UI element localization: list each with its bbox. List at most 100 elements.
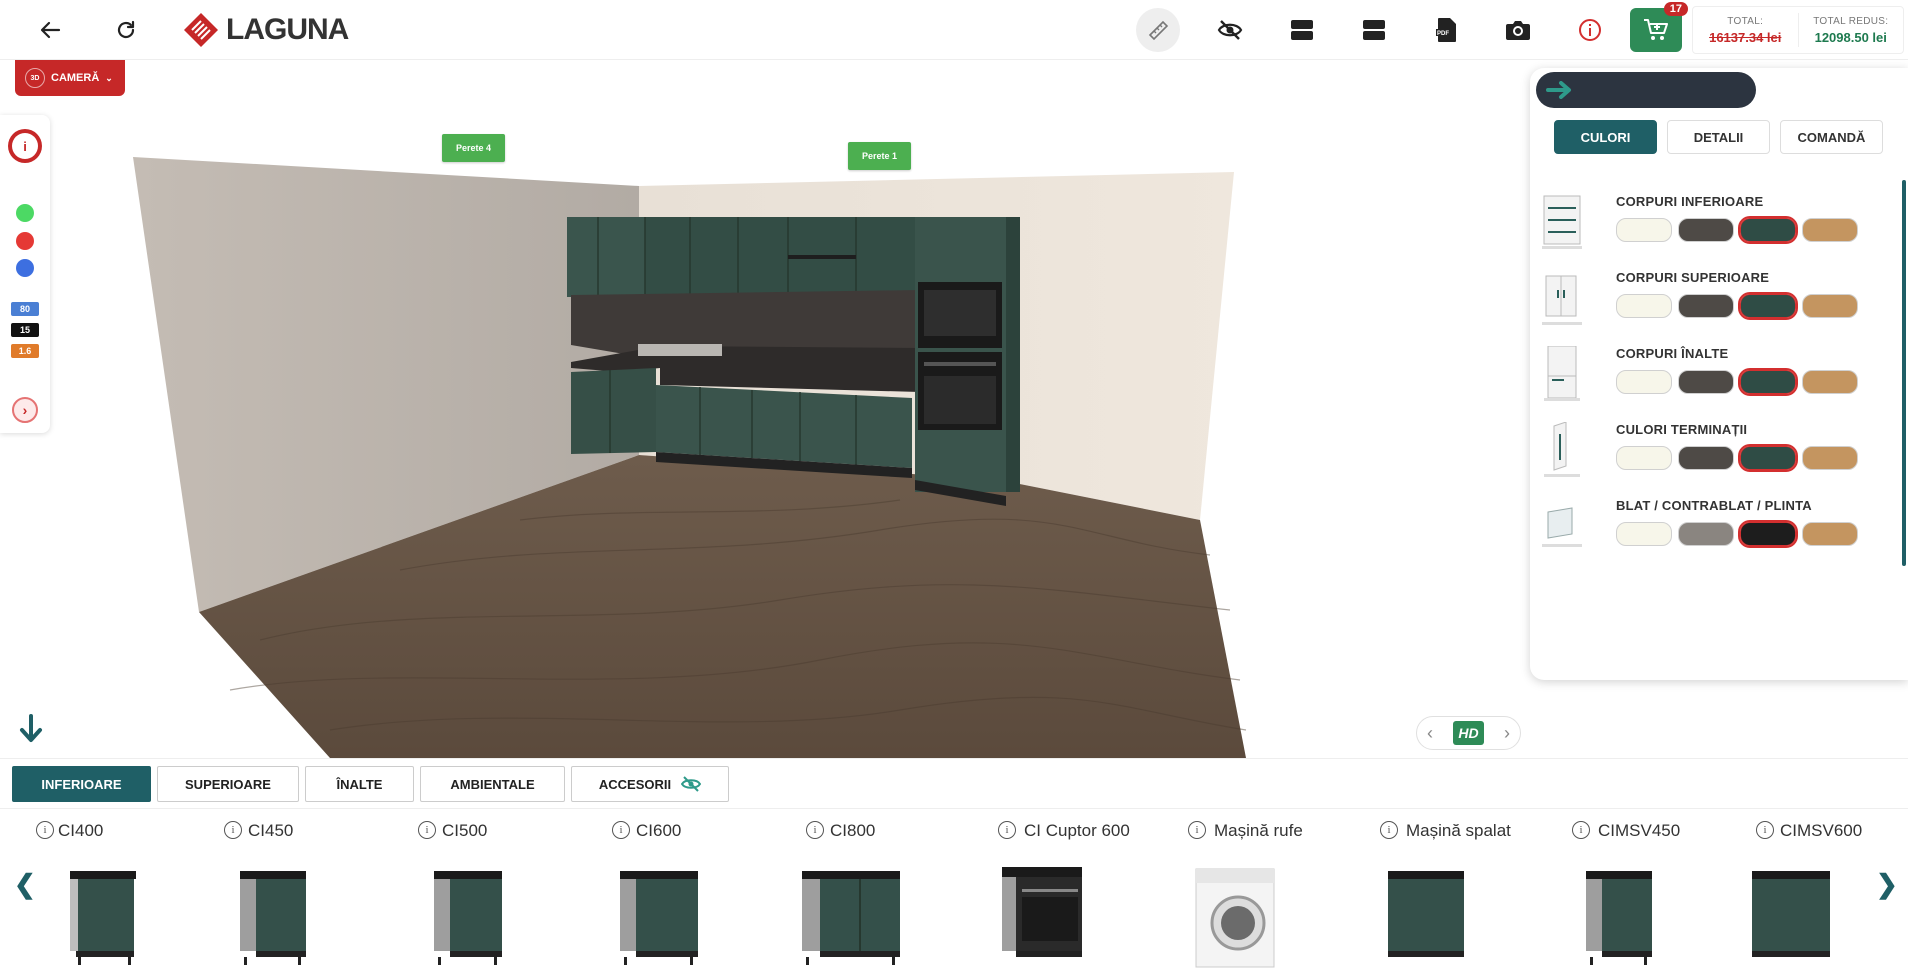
panel-collapse-bar[interactable] [1536, 72, 1756, 108]
swatch-cream[interactable] [1616, 294, 1672, 318]
info-icon[interactable]: i [418, 821, 436, 839]
swatch-green-selected[interactable] [1738, 216, 1798, 244]
swatch-dark-grey[interactable] [1678, 218, 1734, 242]
pdf-icon[interactable]: PDF [1426, 10, 1466, 50]
product-image [620, 871, 698, 965]
tab-superioare[interactable]: SUPERIOARE [157, 766, 299, 802]
layout-icon[interactable] [1282, 10, 1322, 50]
product-name: CI450 [248, 821, 294, 840]
tab-comanda[interactable]: COMANDĂ [1780, 120, 1883, 154]
value-chip-15[interactable]: 15 [11, 323, 39, 337]
camera-dropdown[interactable]: 3D CAMERĂ ⌄ [15, 60, 125, 96]
chevron-down-icon: ⌄ [105, 72, 113, 83]
product-image [1586, 871, 1652, 965]
product-card[interactable]: i CI Cuptor 600 [996, 821, 1186, 971]
product-card[interactable]: i CI500 [414, 821, 604, 971]
swatch-cream[interactable] [1616, 370, 1672, 394]
tab-accesorii[interactable]: ACCESORII [571, 766, 729, 802]
swatch-cream[interactable] [1616, 446, 1672, 470]
info-icon[interactable]: i [36, 821, 54, 839]
blue-dot[interactable] [16, 259, 34, 277]
camera-icon[interactable] [1498, 10, 1538, 50]
chevron-left-icon[interactable]: ‹ [1427, 723, 1433, 744]
info-icon[interactable]: i [998, 821, 1016, 839]
product-name: CIMSV600 [1780, 821, 1863, 840]
swatch-dark-grey[interactable] [1678, 294, 1734, 318]
top-bar: LAGUNA PDF 17 TOTAL: 16137.34 lei TOTAL … [0, 0, 1908, 60]
product-name: CI500 [442, 821, 488, 840]
finish-panel-icon [1544, 422, 1580, 477]
panel-tabs: CULORI DETALII COMANDĂ [1554, 120, 1883, 154]
tab-ambientale[interactable]: AMBIENTALE [420, 766, 565, 802]
category-title: BLAT / CONTRABLAT / PLINTA [1616, 498, 1812, 513]
back-arrow-icon[interactable] [30, 10, 70, 50]
product-card[interactable]: i Mașină rufe [1186, 821, 1376, 971]
swatch-oak[interactable] [1802, 370, 1858, 394]
category-countertop: BLAT / CONTRABLAT / PLINTA [1540, 498, 1880, 558]
tab-culori[interactable]: CULORI [1554, 120, 1657, 154]
value-chip-1-6[interactable]: 1.6 [11, 344, 39, 358]
info-icon[interactable]: i [1380, 821, 1398, 839]
tab-detalii[interactable]: DETALII [1667, 120, 1770, 154]
expand-panel-button[interactable]: › [12, 397, 38, 423]
value-chip-80[interactable]: 80 [11, 302, 39, 316]
upper-cabinet-icon [1542, 275, 1582, 325]
svg-text:PDF: PDF [1437, 31, 1449, 37]
layout-alt-icon[interactable] [1354, 10, 1394, 50]
info-icon[interactable]: i [806, 821, 824, 839]
info-icon[interactable] [1570, 10, 1610, 50]
green-dot[interactable] [16, 204, 34, 222]
swatch-green-selected[interactable] [1738, 444, 1798, 472]
info-toggle-button[interactable]: i [8, 129, 42, 163]
swatch-black-selected[interactable] [1738, 520, 1798, 548]
product-card[interactable]: i CIMSV450 [1570, 821, 1760, 971]
chevron-right-icon[interactable]: › [1504, 723, 1510, 744]
scrollbar[interactable] [1902, 180, 1906, 566]
swatch-dark-grey[interactable] [1678, 446, 1734, 470]
info-icon[interactable]: i [1188, 821, 1206, 839]
wall-1-tag[interactable]: Perete 1 [848, 142, 912, 170]
cart-count-badge: 17 [1663, 2, 1688, 16]
category-lower-cabinets: CORPURI INFERIOARE [1540, 194, 1880, 254]
info-icon[interactable]: i [1572, 821, 1590, 839]
cart-button[interactable]: 17 [1630, 2, 1688, 52]
product-card[interactable]: i CI600 [608, 821, 798, 971]
product-name: CI Cuptor 600 [1024, 821, 1130, 840]
swatch-oak[interactable] [1802, 446, 1858, 470]
info-icon[interactable]: i [612, 821, 630, 839]
refresh-icon[interactable] [106, 10, 146, 50]
tab-inferioare[interactable]: INFERIOARE [12, 766, 151, 802]
product-card[interactable]: i CIMSV600 [1752, 821, 1876, 971]
catalog-next-arrow-icon[interactable]: ❯ [1876, 869, 1898, 900]
swatch-stone-grey[interactable] [1678, 522, 1734, 546]
red-dot[interactable] [16, 232, 34, 250]
product-image [1002, 867, 1082, 957]
swatch-cream[interactable] [1616, 522, 1672, 546]
wall-4-tag[interactable]: Perete 4 [442, 134, 506, 162]
camera-label: CAMERĂ [51, 72, 100, 84]
arrow-right-icon [1546, 81, 1571, 99]
swatch-dark-grey[interactable] [1678, 370, 1734, 394]
hd-badge[interactable]: HD [1453, 721, 1484, 745]
product-card[interactable]: i CI800 [802, 821, 992, 971]
swatch-green-selected[interactable] [1738, 292, 1798, 320]
ruler-icon[interactable] [1136, 8, 1180, 52]
swatch-green-selected[interactable] [1738, 368, 1798, 396]
swatch-oak[interactable] [1802, 522, 1858, 546]
product-image [240, 871, 306, 965]
info-icon[interactable]: i [1756, 821, 1774, 839]
product-card[interactable]: i CI450 [220, 821, 410, 971]
tab-inalte[interactable]: ÎNALTE [305, 766, 414, 802]
cart-icon [1644, 19, 1668, 40]
category-tabs: INFERIOARE SUPERIOARE ÎNALTE AMBIENTALE … [0, 758, 1908, 808]
product-card[interactable]: i Mașină spalat [1378, 821, 1568, 971]
product-card[interactable]: i CI400 [30, 821, 220, 971]
info-icon[interactable]: i [224, 821, 242, 839]
logo-mark-icon [184, 13, 218, 47]
download-arrow-icon[interactable] [14, 712, 48, 746]
swatch-oak[interactable] [1802, 294, 1858, 318]
swatch-cream[interactable] [1616, 218, 1672, 242]
eye-off-icon[interactable] [1210, 10, 1250, 50]
kitchen-configurator: LAGUNA PDF 17 TOTAL: 16137.34 lei TOTAL … [0, 0, 1908, 973]
swatch-oak[interactable] [1802, 218, 1858, 242]
